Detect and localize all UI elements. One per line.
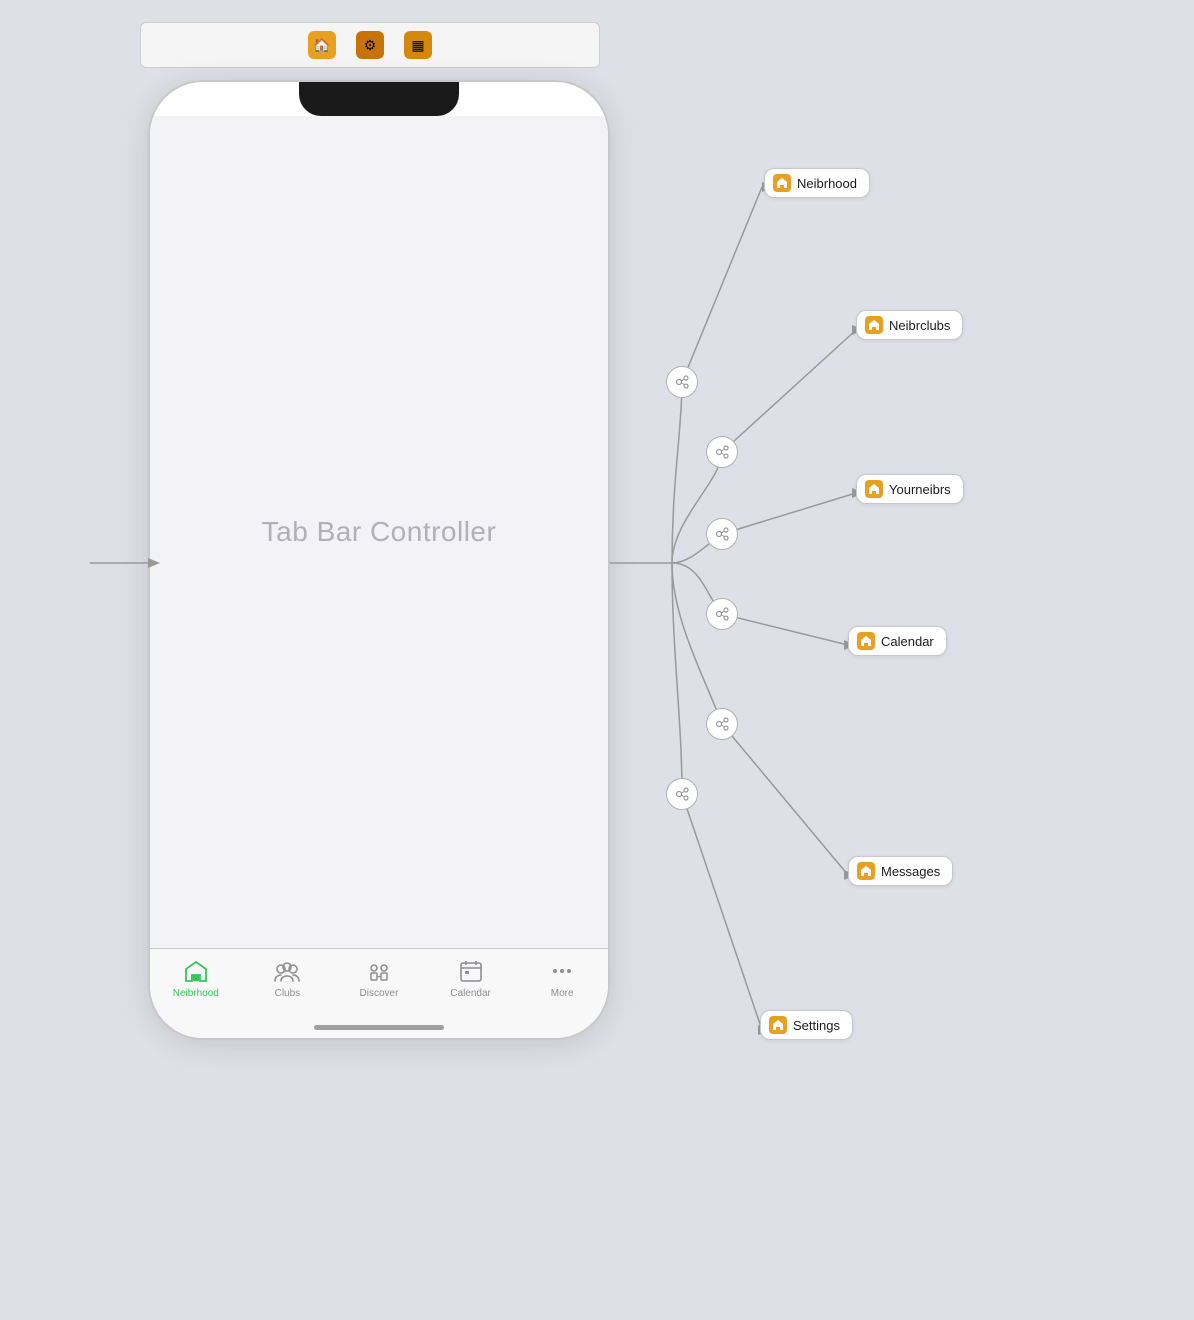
settings-dest-label: Settings: [793, 1018, 840, 1033]
more-icon: [548, 957, 576, 985]
tab-clubs[interactable]: Clubs: [242, 957, 334, 999]
tab-bar-controller-label: Tab Bar Controller: [262, 516, 497, 548]
neibrhood-dest-label: Neibrhood: [797, 176, 857, 191]
branch-node-4: [706, 598, 738, 630]
calendar-dest-label: Calendar: [881, 634, 934, 649]
dest-neibrclubs[interactable]: Neibrclubs: [856, 310, 963, 340]
branch-node-5: [706, 708, 738, 740]
neibrhood-icon: [182, 957, 210, 985]
settings-dest-icon: [769, 1016, 787, 1034]
discover-tab-label: Discover: [360, 988, 399, 999]
toolbar-icon-3: ▦: [404, 31, 432, 59]
yourneibrs-dest-icon: [865, 480, 883, 498]
neibrhood-dest-icon: [773, 174, 791, 192]
neibrhood-tab-label: Neibrhood: [173, 988, 219, 999]
calendar-tab-label: Calendar: [450, 988, 491, 999]
tab-neibrhood[interactable]: Neibrhood: [150, 957, 242, 999]
clubs-tab-label: Clubs: [275, 988, 301, 999]
discover-icon: [365, 957, 393, 985]
iphone-notch: [299, 82, 459, 116]
branch-node-3: [706, 518, 738, 550]
dest-calendar[interactable]: Calendar: [848, 626, 947, 656]
messages-dest-label: Messages: [881, 864, 940, 879]
calendar-icon: [457, 957, 485, 985]
tab-discover[interactable]: Discover: [333, 957, 425, 999]
phone-screen: Tab Bar Controller Neibrhood: [150, 116, 608, 1038]
tab-calendar[interactable]: Calendar: [425, 957, 517, 999]
toolbar-icon-2: ⚙: [356, 31, 384, 59]
messages-dest-icon: [857, 862, 875, 880]
branch-node-2: [706, 436, 738, 468]
tab-bar: Neibrhood Clubs: [150, 948, 608, 1038]
dest-neibrhood[interactable]: Neibrhood: [764, 168, 870, 198]
calendar-dest-icon: [857, 632, 875, 650]
phone-content: Tab Bar Controller: [150, 116, 608, 948]
xcode-toolbar: 🏠 ⚙ ▦: [140, 22, 600, 68]
iphone-frame: Tab Bar Controller Neibrhood: [148, 80, 610, 1040]
clubs-icon: [273, 957, 301, 985]
neibrclubs-dest-label: Neibrclubs: [889, 318, 950, 333]
tab-more[interactable]: More: [516, 957, 608, 999]
home-indicator: [314, 1025, 444, 1030]
dest-messages[interactable]: Messages: [848, 856, 953, 886]
dest-yourneibrs[interactable]: Yourneibrs: [856, 474, 964, 504]
more-tab-label: More: [551, 988, 574, 999]
yourneibrs-dest-label: Yourneibrs: [889, 482, 951, 497]
toolbar-icon-1: 🏠: [308, 31, 336, 59]
branch-node-6: [666, 778, 698, 810]
dest-settings[interactable]: Settings: [760, 1010, 853, 1040]
branch-node-1: [666, 366, 698, 398]
neibrclubs-dest-icon: [865, 316, 883, 334]
